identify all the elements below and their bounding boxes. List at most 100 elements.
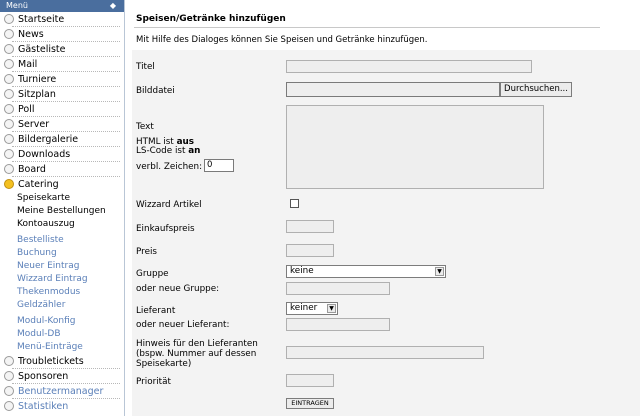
submenu-geldzaehler[interactable]: Geldzähler bbox=[0, 299, 124, 312]
page-description: Mit Hilfe des Dialoges können Sie Speise… bbox=[136, 35, 428, 45]
submenu-thekenmodus[interactable]: Thekenmodus bbox=[0, 286, 124, 299]
submenu-kontoauszug[interactable]: Kontoauszug bbox=[0, 218, 124, 231]
wizzard-checkbox[interactable] bbox=[290, 199, 299, 208]
radio-icon bbox=[4, 119, 14, 129]
sidebar-item-poll[interactable]: Poll bbox=[0, 102, 124, 117]
submenu-modul-konfig[interactable]: Modul-Konfig bbox=[0, 315, 124, 328]
browse-button[interactable]: Durchsuchen... bbox=[500, 82, 572, 97]
sidebar-menu: Menü ◆ Startseite News Gästeliste Mail T… bbox=[0, 0, 125, 416]
sidebar-item-label: Poll bbox=[18, 104, 35, 115]
einkaufspreis-label: Einkaufspreis bbox=[136, 224, 195, 234]
sidebar-item-catering[interactable]: Catering bbox=[0, 177, 124, 192]
neuer-lieferant-label: oder neuer Lieferant: bbox=[136, 320, 230, 330]
pin-icon[interactable]: ◆ bbox=[110, 0, 116, 12]
gruppe-label: Gruppe bbox=[136, 269, 169, 279]
sidebar-item-label: Downloads bbox=[18, 149, 71, 160]
hinweis-input[interactable] bbox=[286, 346, 484, 359]
add-item-form: Titel Bilddatei Durchsuchen... Text HTML… bbox=[132, 50, 640, 416]
sidebar-item-server[interactable]: Server bbox=[0, 117, 124, 132]
submenu-neuer-eintrag[interactable]: Neuer Eintrag bbox=[0, 260, 124, 273]
radio-icon bbox=[4, 44, 14, 54]
text-textarea[interactable] bbox=[286, 105, 544, 189]
preis-input[interactable] bbox=[286, 244, 334, 257]
submenu-wizzard-eintrag[interactable]: Wizzard Eintrag bbox=[0, 273, 124, 286]
radio-icon bbox=[4, 134, 14, 144]
einkaufspreis-input[interactable] bbox=[286, 220, 334, 233]
prioritaet-input[interactable] bbox=[286, 374, 334, 387]
lieferant-select[interactable]: keiner ▼ bbox=[286, 302, 338, 315]
hinweis-label-line2: (bspw. Nummer auf dessen bbox=[136, 349, 257, 359]
submenu-menue-eintraege[interactable]: Menü-Einträge bbox=[0, 341, 124, 354]
sidebar-item-label: Benutzermanager bbox=[18, 386, 104, 397]
sidebar-item-label: Sitzplan bbox=[18, 89, 56, 100]
sidebar-item-sitzplan[interactable]: Sitzplan bbox=[0, 87, 124, 102]
neue-gruppe-label: oder neue Gruppe: bbox=[136, 284, 220, 294]
ls-code-status: LS-Code ist an bbox=[136, 146, 201, 156]
radio-icon bbox=[4, 401, 14, 411]
lieferant-label: Lieferant bbox=[136, 306, 176, 316]
sidebar-item-label: Turniere bbox=[18, 74, 57, 85]
preis-label: Preis bbox=[136, 247, 158, 257]
sidebar-item-label: Gästeliste bbox=[18, 44, 66, 55]
sidebar-item-label: Sponsoren bbox=[18, 371, 69, 382]
radio-icon bbox=[4, 371, 14, 381]
gruppe-select[interactable]: keine ▼ bbox=[286, 265, 446, 278]
bilddatei-label: Bilddatei bbox=[136, 86, 175, 96]
sidebar-item-gaesteliste[interactable]: Gästeliste bbox=[0, 42, 124, 57]
sidebar-item-bildergalerie[interactable]: Bildergalerie bbox=[0, 132, 124, 147]
sidebar-item-label: Server bbox=[18, 119, 50, 130]
sidebar-item-label: Troubletickets bbox=[18, 356, 84, 367]
submenu-meine-bestellungen[interactable]: Meine Bestellungen bbox=[0, 205, 124, 218]
radio-icon bbox=[4, 89, 14, 99]
sidebar-item-label: News bbox=[18, 29, 44, 40]
wizzard-label: Wizzard Artikel bbox=[136, 200, 202, 210]
sidebar-item-label: Statistiken bbox=[18, 401, 69, 412]
submenu-modul-db[interactable]: Modul-DB bbox=[0, 328, 124, 341]
bilddatei-input[interactable] bbox=[286, 82, 500, 97]
chars-remaining-field: 0 bbox=[204, 159, 234, 172]
radio-icon bbox=[4, 29, 14, 39]
neuer-lieferant-input[interactable] bbox=[286, 318, 390, 331]
submenu-speisekarte[interactable]: Speisekarte bbox=[0, 192, 124, 205]
titel-input[interactable] bbox=[286, 60, 532, 73]
sidebar-item-sponsoren[interactable]: Sponsoren bbox=[0, 369, 124, 384]
titel-label: Titel bbox=[136, 62, 155, 72]
radio-icon bbox=[4, 104, 14, 114]
sidebar-item-label: Catering bbox=[18, 179, 59, 190]
text-label: Text bbox=[136, 122, 154, 132]
page-title: Speisen/Getränke hinzufügen bbox=[136, 14, 286, 24]
lieferant-selected-value: keiner bbox=[290, 303, 318, 313]
main-content: Speisen/Getränke hinzufügen Mit Hilfe de… bbox=[126, 0, 640, 416]
sidebar-item-downloads[interactable]: Downloads bbox=[0, 147, 124, 162]
prioritaet-label: Priorität bbox=[136, 377, 171, 387]
radio-icon bbox=[4, 356, 14, 366]
sidebar-item-news[interactable]: News bbox=[0, 27, 124, 42]
menu-header: Menü ◆ bbox=[0, 0, 124, 12]
chars-remaining-label: verbl. Zeichen: bbox=[136, 162, 203, 172]
radio-icon bbox=[4, 59, 14, 69]
hinweis-label-line1: Hinweis für den Lieferanten bbox=[136, 339, 258, 349]
gruppe-selected-value: keine bbox=[290, 266, 314, 276]
menu-header-title: Menü bbox=[6, 1, 28, 10]
neue-gruppe-input[interactable] bbox=[286, 282, 390, 295]
radio-icon bbox=[4, 74, 14, 84]
dropdown-arrow-icon: ▼ bbox=[435, 267, 444, 276]
title-divider bbox=[134, 27, 600, 28]
radio-active-icon bbox=[4, 179, 14, 189]
sidebar-item-turniere[interactable]: Turniere bbox=[0, 72, 124, 87]
sidebar-item-label: Mail bbox=[18, 59, 38, 70]
sidebar-item-troubletickets[interactable]: Troubletickets bbox=[0, 354, 124, 369]
radio-icon bbox=[4, 14, 14, 24]
sidebar-item-benutzermanager[interactable]: Benutzermanager bbox=[0, 384, 124, 399]
submit-button[interactable]: EINTRAGEN bbox=[286, 398, 334, 409]
sidebar-item-statistiken[interactable]: Statistiken bbox=[0, 399, 124, 414]
sidebar-item-board[interactable]: Board bbox=[0, 162, 124, 177]
sidebar-item-mail[interactable]: Mail bbox=[0, 57, 124, 72]
sidebar-item-label: Bildergalerie bbox=[18, 134, 79, 145]
dropdown-arrow-icon: ▼ bbox=[327, 304, 336, 313]
submenu-buchung[interactable]: Buchung bbox=[0, 247, 124, 260]
radio-icon bbox=[4, 149, 14, 159]
sidebar-item-startseite[interactable]: Startseite bbox=[0, 12, 124, 27]
hinweis-label-line3: Speisekarte) bbox=[136, 359, 192, 369]
submenu-bestelliste[interactable]: Bestelliste bbox=[0, 234, 124, 247]
